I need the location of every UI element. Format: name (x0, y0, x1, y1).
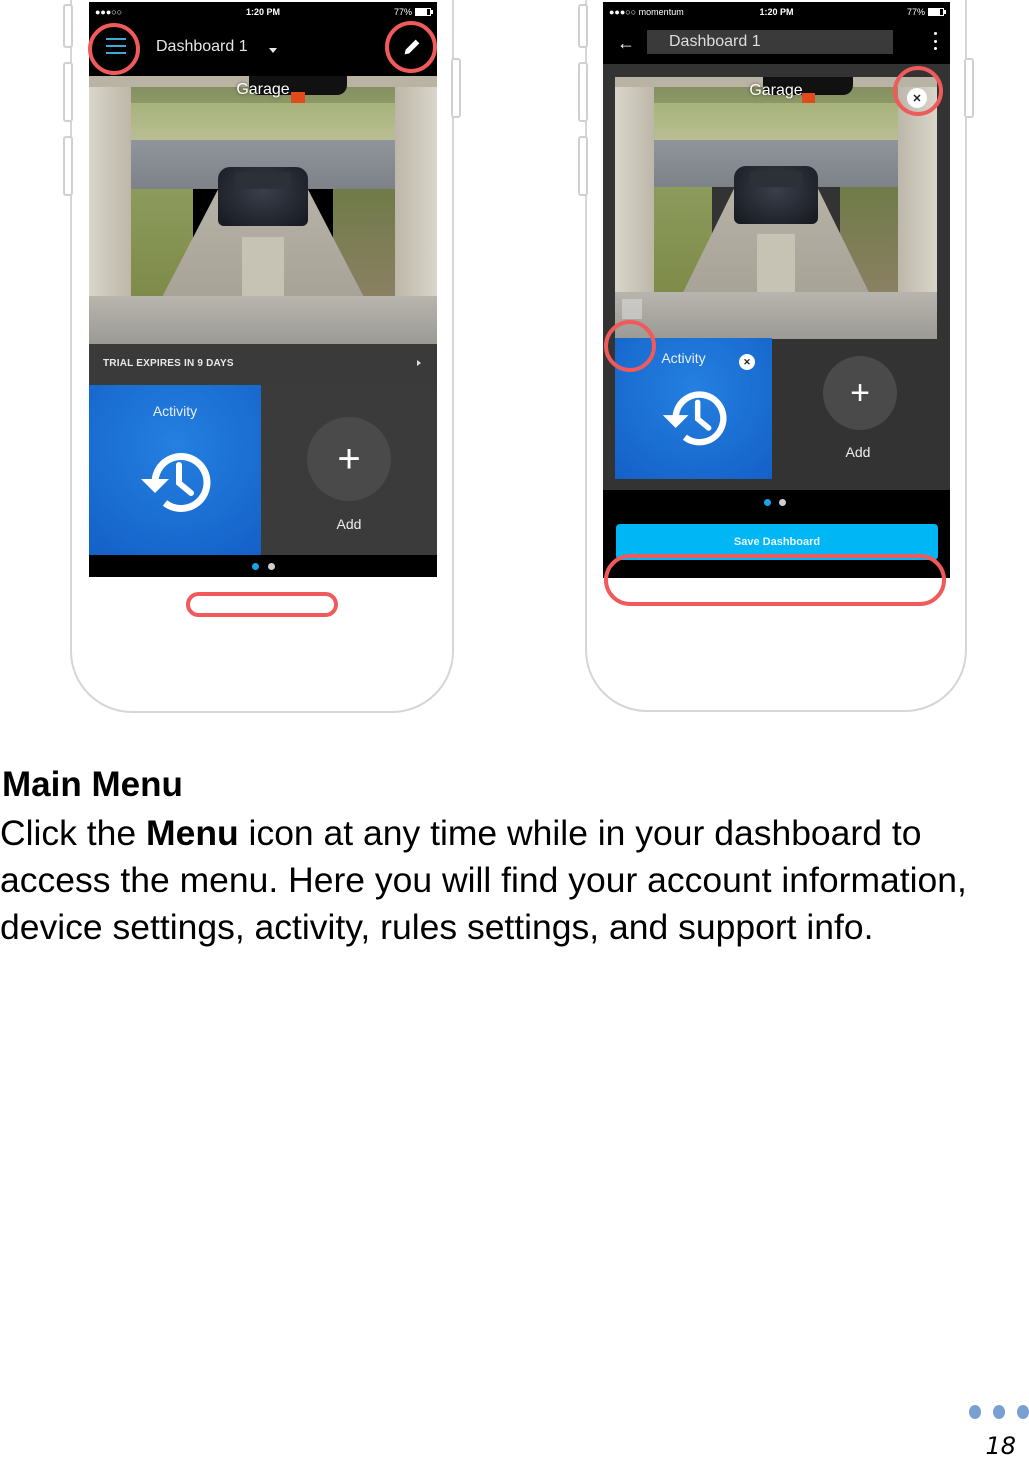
add-tile[interactable]: + Add (261, 385, 437, 555)
dashboard-title[interactable]: Dashboard 1 (156, 38, 248, 56)
battery-percent: 77% (906, 7, 925, 17)
add-tile-label: Add (336, 516, 362, 532)
save-dashboard-button[interactable]: Save Dashboard (616, 524, 938, 560)
phone-volume-down-button (63, 136, 73, 196)
phone-power-button (451, 58, 461, 118)
page-dot-active[interactable] (764, 499, 771, 506)
tiles-area: Activity + Add (89, 385, 437, 555)
phone-power-button (964, 58, 974, 118)
page-dot[interactable] (268, 563, 275, 570)
remove-camera-icon[interactable]: ✕ (907, 88, 927, 108)
paragraph-text: Click the (0, 813, 146, 853)
phone-volume-down-button (578, 136, 588, 196)
phone-side-button (578, 4, 588, 48)
remove-tile-icon[interactable]: ✕ (739, 354, 755, 370)
status-time: 1:20 PM (245, 7, 280, 17)
section-paragraph: Click the Menu icon at any time while in… (0, 810, 1029, 951)
add-icon: + (823, 356, 897, 430)
caret-down-icon[interactable] (269, 48, 277, 53)
camera-label: Garage (749, 82, 803, 100)
trial-banner-text: TRIAL EXPIRES IN 9 DAYS (103, 358, 234, 369)
page-dot-active[interactable] (252, 563, 259, 570)
activity-tile[interactable]: Activity ✕ (615, 338, 772, 479)
back-arrow-icon[interactable]: ← (617, 34, 635, 52)
resize-icon[interactable] (622, 299, 642, 319)
hamburger-menu-icon[interactable] (106, 38, 126, 54)
kebab-menu-icon[interactable] (934, 32, 938, 50)
phone-mockup-dashboard: ●●●○○ 1:20 PM 77% Dashboard 1 Garage TRI… (63, 0, 461, 713)
dashboard-name-input[interactable] (647, 30, 893, 54)
battery-percent: 77% (393, 7, 412, 17)
battery-status: 77% (393, 7, 433, 17)
page-number: 18 (985, 1432, 1016, 1460)
status-bar: ●●●○○ 1:20 PM 77% (89, 2, 437, 24)
history-clock-icon (141, 453, 211, 512)
phone-volume-up-button (578, 62, 588, 122)
phone-screen: ●●●○○ momentum 1:20 PM 77% ← Garage ✕ Ac… (603, 2, 950, 618)
phone-mockup-edit-dashboard: ●●●○○ momentum 1:20 PM 77% ← Garage ✕ Ac… (578, 0, 974, 712)
footer-ellipsis-decoration (969, 1405, 1029, 1419)
battery-icon (415, 8, 433, 16)
camera-label: Garage (236, 81, 290, 99)
history-clock-icon (662, 391, 727, 446)
camera-feed[interactable]: Garage ✕ (615, 77, 937, 339)
page-indicator[interactable] (89, 555, 437, 577)
section-heading: Main Menu (2, 765, 183, 804)
status-time: 1:20 PM (759, 7, 794, 17)
pencil-icon[interactable] (401, 36, 423, 58)
activity-tile-label: Activity (152, 403, 198, 419)
dashboard-header: Dashboard 1 (89, 24, 437, 76)
add-icon: + (307, 417, 391, 501)
page-dot[interactable] (779, 499, 786, 506)
add-tile-label: Add (845, 444, 871, 460)
activity-tile[interactable]: Activity (89, 385, 261, 555)
add-tile[interactable]: + Add (783, 338, 933, 479)
phone-side-button (63, 4, 73, 48)
status-bar: ●●●○○ momentum 1:20 PM 77% (603, 2, 950, 24)
phone-volume-up-button (63, 62, 73, 122)
camera-feed[interactable]: Garage (89, 76, 437, 344)
chevron-right-icon (417, 360, 421, 366)
battery-icon (928, 8, 946, 16)
battery-status: 77% (906, 7, 946, 17)
phone-screen: ●●●○○ 1:20 PM 77% Dashboard 1 Garage TRI… (89, 2, 437, 619)
edit-dashboard-header: ← (603, 24, 950, 64)
trial-banner[interactable]: TRIAL EXPIRES IN 9 DAYS (89, 344, 437, 385)
menu-keyword: Menu (146, 813, 239, 853)
